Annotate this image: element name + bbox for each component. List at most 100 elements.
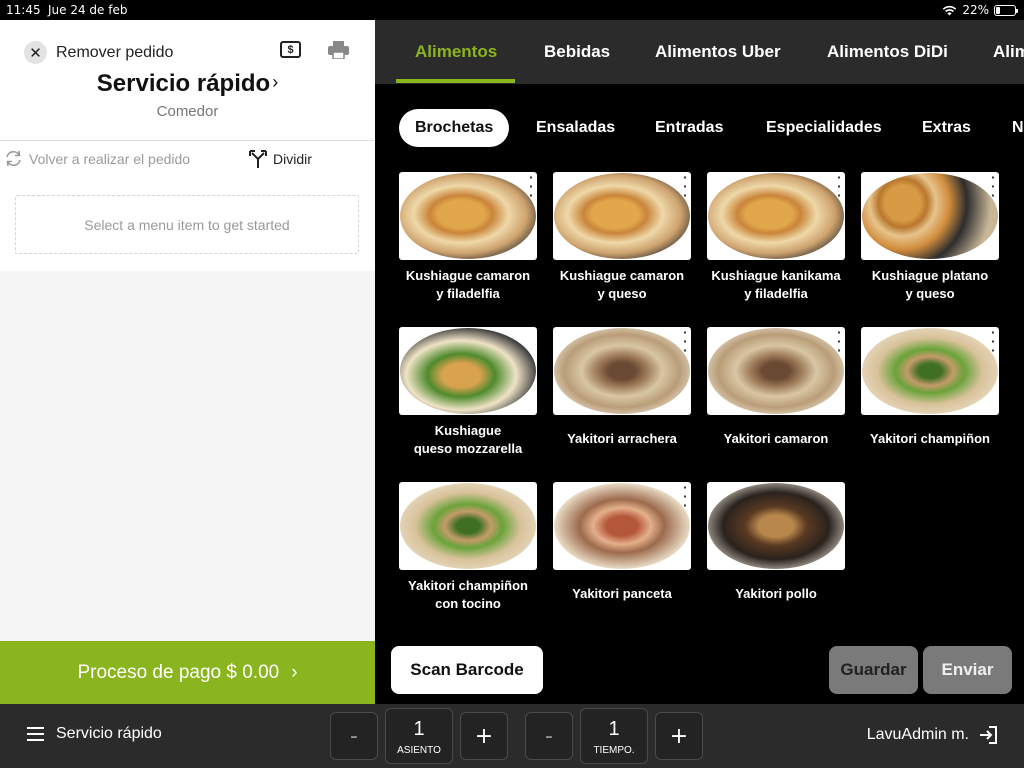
close-icon: ✕ (24, 41, 47, 64)
item-photo: · · · (553, 327, 691, 415)
more-options-icon[interactable]: · · · (529, 172, 533, 201)
item-name: Kushiague queso mozzarella (413, 423, 523, 456)
course-increment-button[interactable]: + (655, 712, 703, 760)
tab-alimentos[interactable]: Alimentos (415, 42, 497, 62)
menu-item[interactable]: · · · Kushiague platano y queso (861, 172, 999, 303)
more-options-icon[interactable]: · · · (837, 327, 841, 356)
course-decrement-button[interactable]: - (525, 712, 573, 760)
status-date: Jue 24 de feb (48, 3, 128, 17)
checkout-button[interactable]: Proceso de pago $ 0.00 › (0, 641, 375, 704)
item-photo (399, 482, 537, 570)
item-name: Kushiague camaron y queso (559, 268, 685, 301)
menu-item[interactable]: · · · Kushiague camaron y queso (553, 172, 691, 303)
course-value[interactable]: 1 TIEMPO. (580, 708, 648, 764)
item-photo: · · · (707, 327, 845, 415)
status-time: 11:45 (6, 3, 41, 17)
hamburger-icon (27, 727, 44, 741)
reorder-label: Volver a realizar el pedido (29, 150, 191, 167)
menu-item[interactable]: · · · Yakitori panceta (553, 482, 691, 603)
save-button[interactable]: Guardar (829, 646, 918, 694)
seat-increment-button[interactable]: + (460, 712, 508, 760)
subtab-brochetas[interactable]: Brochetas (399, 109, 510, 147)
scan-barcode-button[interactable]: Scan Barcode (391, 646, 543, 694)
tab-alimentos-didi[interactable]: Alimentos DiDi (827, 42, 948, 62)
user-name: LavuAdmin m. (866, 726, 969, 743)
reorder-button[interactable]: Volver a realizar el pedido (4, 150, 190, 167)
item-name: Kushiague platano y queso (871, 268, 989, 301)
tab-bebidas[interactable]: Bebidas (544, 42, 610, 62)
menu-item[interactable]: Kushiague queso mozzarella (399, 327, 537, 458)
subtab-ensaladas[interactable]: Ensaladas (536, 109, 615, 147)
main-menu-button[interactable]: Servicio rápido (27, 725, 162, 743)
more-options-icon[interactable]: · · · (837, 172, 841, 201)
status-bar: 11:45 Jue 24 de feb 22% (0, 0, 1024, 20)
item-photo (399, 327, 537, 415)
item-name: Yakitori champiñon (870, 431, 990, 446)
order-actions: Volver a realizar el pedido Dividir (0, 141, 375, 179)
item-photo: · · · (861, 327, 999, 415)
course-label: TIEMPO. (593, 745, 635, 756)
print-icon[interactable] (328, 41, 349, 59)
send-button[interactable]: Enviar (923, 646, 1012, 694)
chevron-right-icon: › (272, 72, 279, 92)
more-options-icon[interactable]: · · · (991, 172, 995, 201)
refresh-icon (6, 150, 21, 167)
app-root: 11:45 Jue 24 de feb 22% ✕ Remover pedido… (0, 0, 1024, 768)
more-options-icon[interactable]: · · · (683, 327, 687, 356)
menu-item[interactable]: · · · Yakitori camaron (707, 327, 845, 448)
split-button[interactable]: Dividir (249, 150, 312, 168)
item-photo: · · · (553, 172, 691, 260)
split-icon (249, 150, 267, 168)
cash-drawer-icon[interactable]: $ (280, 41, 301, 58)
battery-percent: 22% (962, 3, 989, 17)
status-right: 22% (942, 3, 1018, 17)
logout-icon (980, 726, 997, 744)
menu-item[interactable]: · · · Kushiague camaron y filadelfia (399, 172, 537, 303)
more-options-icon[interactable]: · · · (991, 327, 995, 356)
item-photo: · · · (861, 172, 999, 260)
order-panel: ✕ Remover pedido $ Servicio rápido › Come… (0, 20, 375, 641)
active-tab-indicator (396, 79, 515, 83)
seat-number: 1 (413, 718, 425, 740)
item-name: Yakitori camaron (723, 431, 829, 446)
chevron-right-icon: › (291, 661, 298, 683)
course-number: 1 (608, 718, 620, 740)
subtab-entradas[interactable]: Entradas (655, 109, 723, 147)
seat-value[interactable]: 1 ASIENTO (385, 708, 453, 764)
item-name: Kushiague kanikama y filadelfia (711, 268, 841, 301)
menu-item[interactable]: Yakitori champiñon con tocino (399, 482, 537, 613)
order-subtitle: Comedor (156, 103, 219, 120)
order-title[interactable]: Servicio rápido › (0, 70, 375, 98)
menu-item[interactable]: · · · Yakitori champiñon (861, 327, 999, 448)
tab-alimentos-uber[interactable]: Alimentos Uber (655, 42, 781, 62)
wifi-icon (943, 5, 957, 15)
more-options-icon[interactable]: · · · (683, 172, 687, 201)
more-options-icon[interactable]: · · · (683, 482, 687, 511)
item-name: Yakitori champiñon con tocino (408, 578, 528, 611)
item-name: Yakitori arrachera (567, 431, 677, 446)
main-menu-label: Servicio rápido (56, 725, 162, 742)
item-name: Kushiague camaron y filadelfia (405, 268, 531, 301)
split-label: Dividir (273, 151, 312, 167)
subtab-extras[interactable]: Extras (922, 109, 971, 147)
remove-order-button[interactable]: ✕ Remover pedido (24, 41, 173, 64)
seat-label: ASIENTO (397, 745, 441, 756)
menu-item[interactable]: Yakitori pollo (707, 482, 845, 603)
checkout-label: Proceso de pago $ 0.00 (77, 661, 280, 683)
item-photo (707, 482, 845, 570)
item-name: Yakitori panceta (572, 586, 672, 601)
menu-item[interactable]: · · · Kushiague kanikama y filadelfia (707, 172, 845, 303)
subtab-especialidades[interactable]: Especialidades (766, 109, 882, 147)
battery-icon (994, 4, 1018, 16)
subtab-more[interactable]: N (1012, 109, 1024, 147)
item-name: Yakitori pollo (735, 586, 817, 601)
user-logout-button[interactable]: LavuAdmin m. (867, 725, 998, 745)
menu-item[interactable]: · · · Yakitori arrachera (553, 327, 691, 448)
menu-area: Alimentos Bebidas Alimentos Uber Aliment… (375, 20, 1024, 704)
item-photo: · · · (707, 172, 845, 260)
seat-decrement-button[interactable]: - (330, 712, 378, 760)
item-photo: · · · (399, 172, 537, 260)
tab-alimentos-more[interactable]: Alim (993, 42, 1024, 62)
remove-order-label: Remover pedido (56, 43, 174, 61)
order-title-text: Servicio rápido (96, 70, 271, 97)
